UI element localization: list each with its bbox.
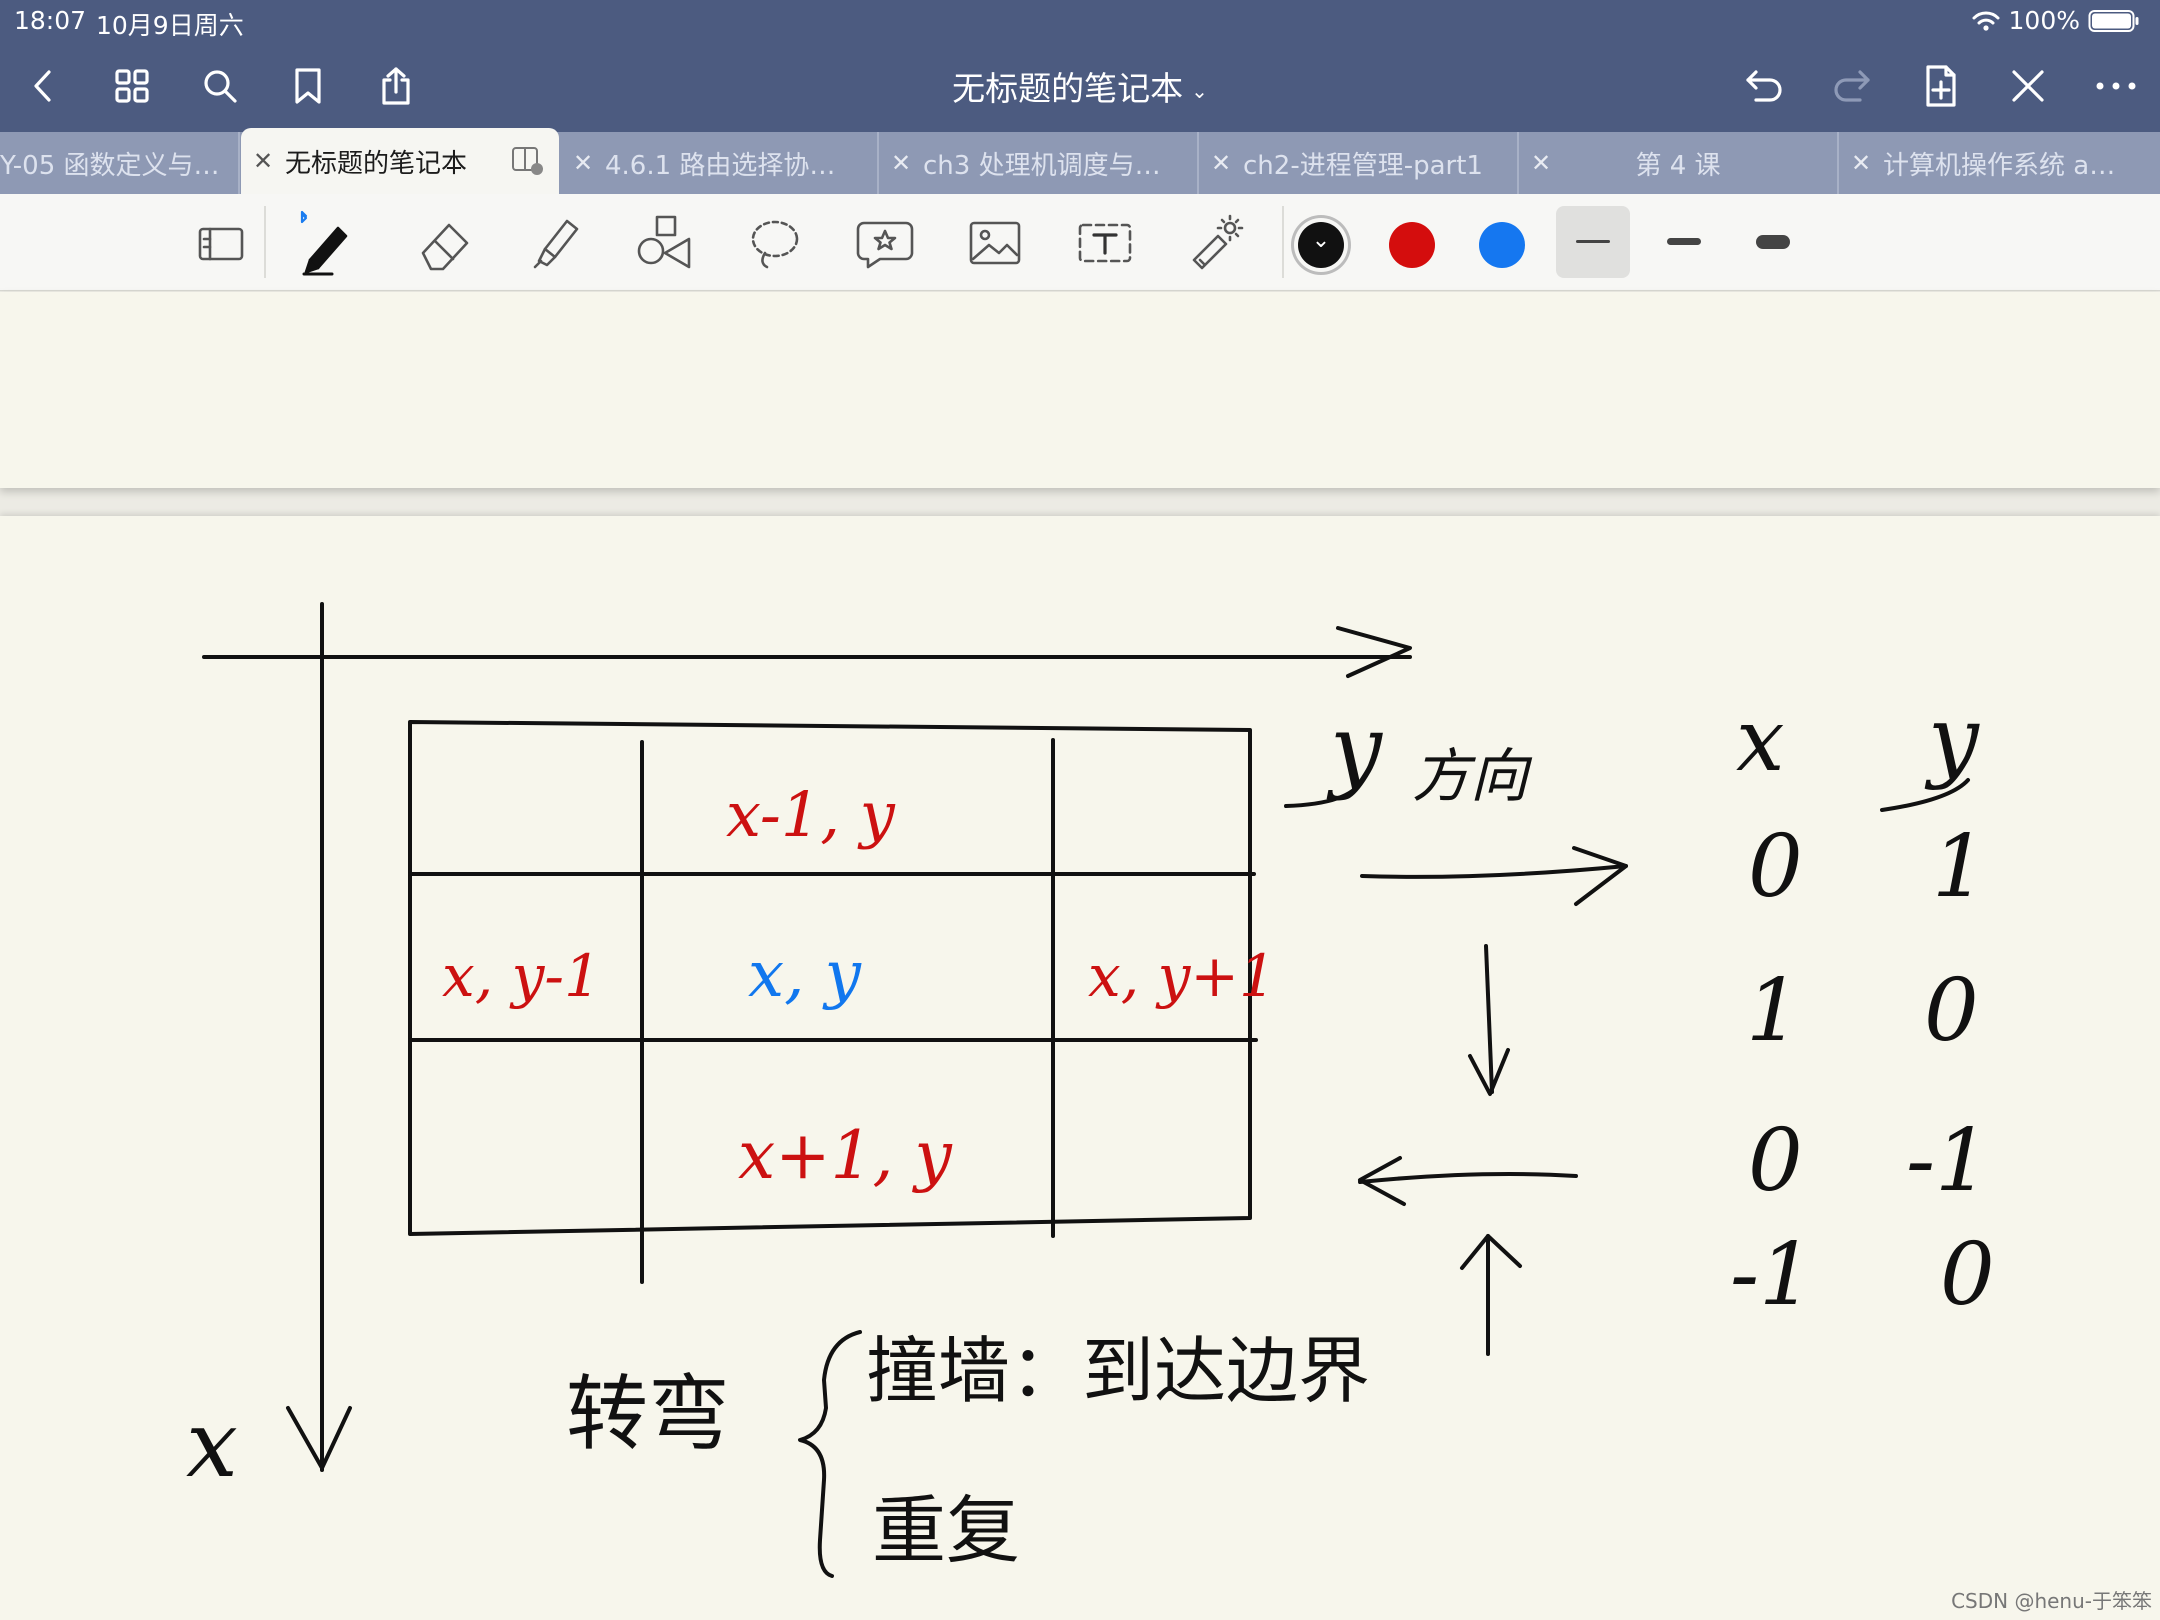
row-3-y: -1	[1906, 1111, 1990, 1211]
case-repeat: 重复	[872, 1488, 1020, 1574]
case-hit-wall: 撞墙：到达边界	[866, 1329, 1370, 1413]
cell-center-label: x, y	[748, 938, 862, 1012]
row-4-y: 0	[1940, 1225, 1995, 1325]
watermark: CSDN @henu-于笨笨	[1951, 1589, 2152, 1613]
row-4-x: -1	[1730, 1225, 1814, 1325]
row-1-x: 0	[1748, 817, 1803, 917]
table-header-x: x	[1736, 691, 1785, 791]
handwriting-canvas[interactable]: y 方向 x x-1, y x, y-1 x, y x, y+1 x+1, y …	[0, 0, 2160, 1620]
row-2-x: 1	[1746, 961, 1801, 1061]
y-axis-label: y	[1326, 695, 1383, 802]
turn-label: 转弯	[566, 1367, 730, 1462]
cell-right-label: x, y+1	[1088, 942, 1276, 1010]
cell-top-label: x-1, y	[726, 778, 896, 851]
x-axis-label: x	[186, 1391, 238, 1498]
y-direction-label: 方向	[1412, 742, 1533, 810]
table-header-y: y	[1924, 687, 1980, 792]
row-3-x: 0	[1748, 1111, 1803, 1211]
row-1-y: 1	[1932, 817, 1987, 917]
cell-left-label: x, y-1	[442, 942, 601, 1010]
row-2-y: 0	[1924, 961, 1979, 1061]
cell-bottom-label: x+1, y	[738, 1117, 952, 1194]
